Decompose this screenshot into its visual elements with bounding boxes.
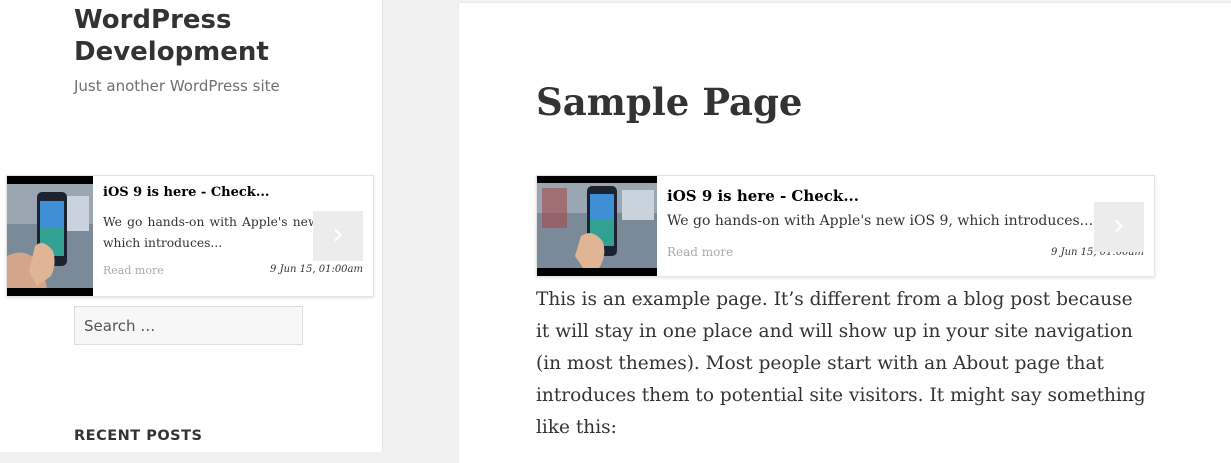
post-thumbnail[interactable] (7, 176, 93, 296)
read-more-link[interactable]: Read more (103, 264, 164, 277)
chevron-right-icon: › (1113, 207, 1125, 243)
post-thumbnail[interactable] (537, 176, 657, 276)
chevron-right-icon: › (332, 216, 344, 252)
post-date: 9 Jun 15, 01:00am (270, 264, 363, 275)
site-description: Just another WordPress site (74, 77, 280, 95)
next-post-button[interactable]: › (313, 211, 363, 261)
related-post-card-sidebar[interactable]: iOS 9 is here - Check... We go hands-on … (6, 175, 374, 297)
next-post-button[interactable]: › (1094, 202, 1144, 252)
related-post-excerpt: We go hands-on with Apple's new iOS 9, w… (667, 213, 1094, 229)
recent-posts-heading: RECENT POSTS (74, 428, 203, 444)
page-title: Sample Page (536, 80, 803, 124)
related-post-title[interactable]: iOS 9 is here - Check... (667, 187, 859, 205)
related-post-title[interactable]: iOS 9 is here - Check... (103, 185, 269, 200)
related-post-card-main[interactable]: iOS 9 is here - Check... We go hands-on … (536, 175, 1155, 277)
page-content: This is an example page. It’s different … (536, 289, 1146, 438)
read-more-link[interactable]: Read more (667, 245, 733, 259)
search-input[interactable] (74, 306, 303, 345)
sidebar: WordPress Development Just another WordP… (0, 0, 383, 452)
site-title[interactable]: WordPress Development (74, 4, 334, 68)
